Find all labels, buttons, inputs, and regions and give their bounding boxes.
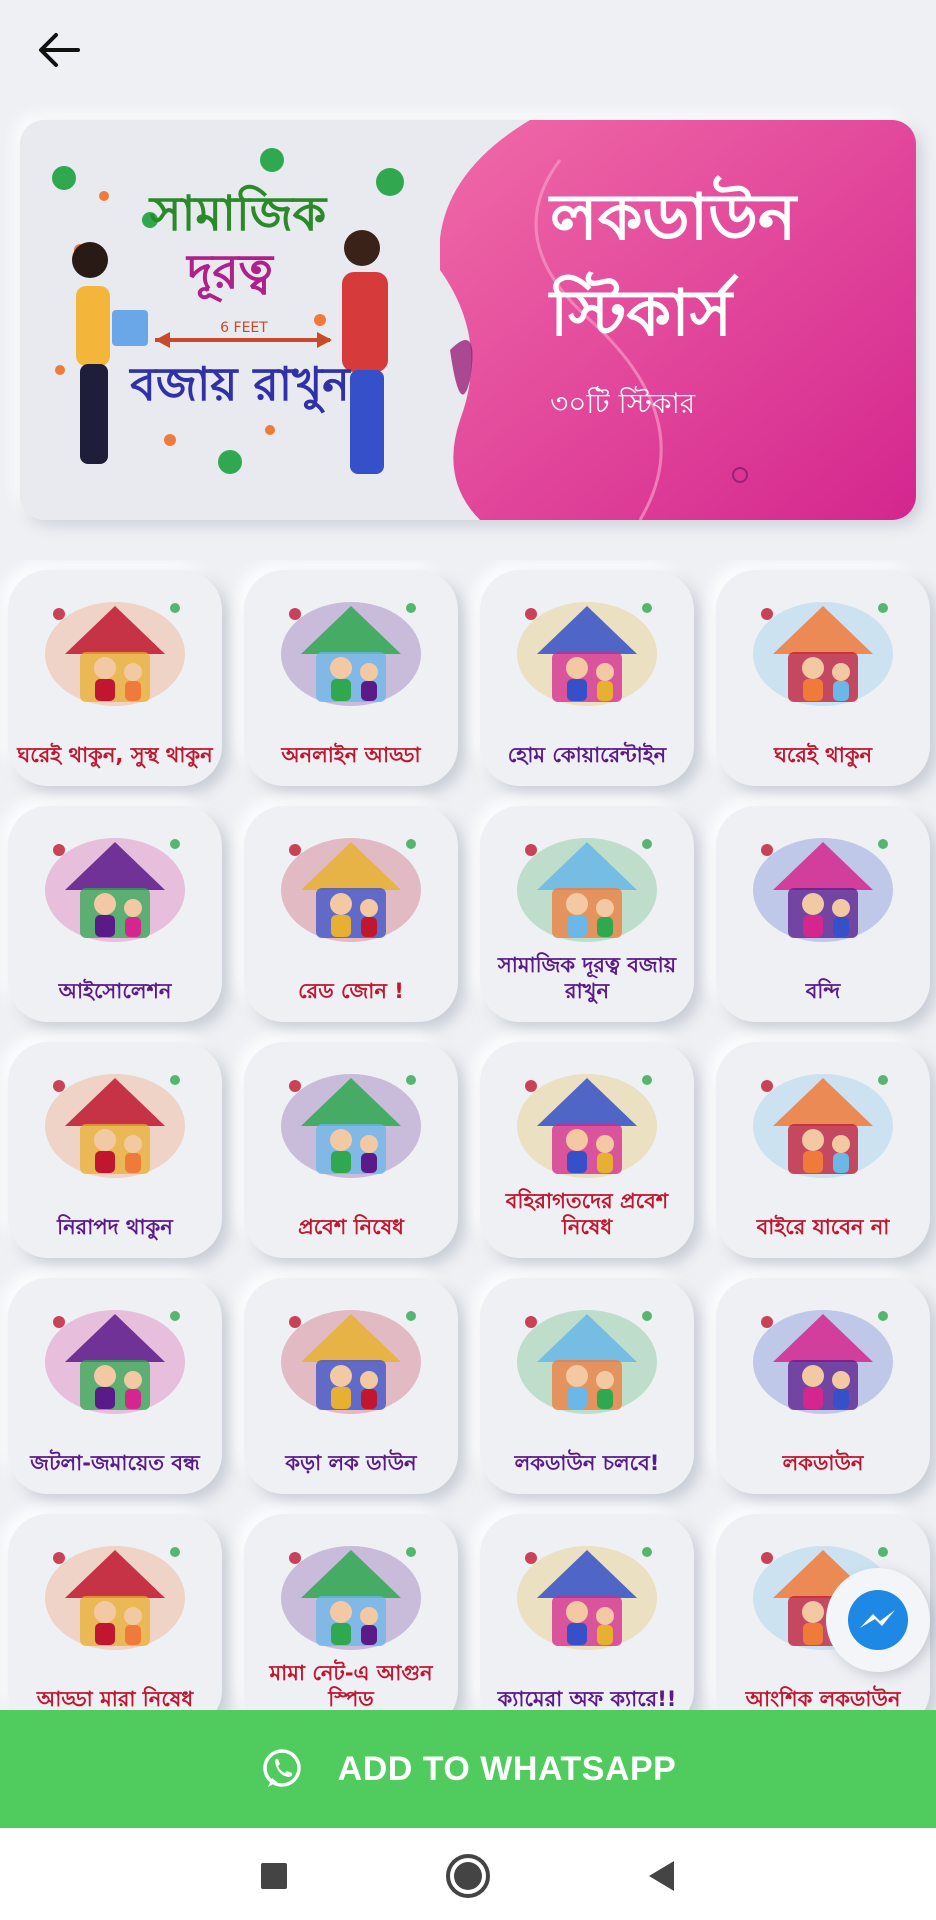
- system-nav-bar: [0, 1828, 936, 1920]
- sticker-tile[interactable]: কড়া লক ডাউন: [244, 1278, 458, 1494]
- orange-house-icon: [753, 838, 893, 942]
- sticker-caption: রেড জোন !: [298, 979, 404, 1003]
- art-text-line2: দূরত্ব: [185, 244, 275, 303]
- camera-off-icon: [517, 1546, 657, 1650]
- sticker-caption: ক্যামেরা অফ ক্যারে!!: [497, 1687, 677, 1710]
- top-bar: [0, 0, 936, 100]
- city-lockdown-icon: [753, 1310, 893, 1414]
- home-button[interactable]: [442, 1850, 494, 1902]
- sticker-tile[interactable]: লকডাউন চলবে!: [480, 1278, 694, 1494]
- sticker-caption: হোম কোয়ারেন্টাইন: [507, 743, 667, 767]
- social-distance-icon: [517, 838, 657, 942]
- sticker-tile[interactable]: মামা নেট-এ আগুন স্পিড: [244, 1514, 458, 1710]
- sticker-tile[interactable]: বন্দি: [716, 806, 930, 1022]
- sticker-pack-banner: 6 FEET সামাজিক দূরত্ব বজায় রাখুন লকডাউন…: [20, 120, 916, 520]
- sticker-tile[interactable]: অনলাইন আড্ডা: [244, 570, 458, 786]
- messenger-icon: [848, 1590, 908, 1650]
- sticker-caption: আইসোলেশন: [58, 979, 172, 1003]
- sticker-caption: আড্ডা মারা নিষেধ: [36, 1687, 194, 1710]
- lockdown-scene-icon: [517, 1074, 657, 1178]
- pack-title-line2: স্টিকার্স: [550, 277, 733, 351]
- back-nav-button[interactable]: [636, 1850, 688, 1902]
- sticker-caption: মামা নেট-এ আগুন স্পিড: [269, 1661, 433, 1710]
- arrow-left-icon: [39, 33, 80, 67]
- sticker-tile[interactable]: নিরাপদ থাকুন: [8, 1042, 222, 1258]
- sticker-tile[interactable]: আড্ডা মারা নিষেধ: [8, 1514, 222, 1710]
- sticker-caption: ঘরেই থাকুন, সুস্থ থাকুন: [17, 743, 213, 767]
- sticker-caption: লকডাউন: [782, 1451, 864, 1475]
- sticker-count: ৩০টি স্টিকার: [550, 387, 696, 420]
- police-closed-icon: [753, 1074, 893, 1178]
- hospital-bed-icon: [45, 838, 185, 942]
- sticker-caption: বাইরে যাবেন না: [756, 1215, 890, 1239]
- green-house-icon: [753, 602, 893, 706]
- sticker-tile[interactable]: বাইরে যাবেন না: [716, 1042, 930, 1258]
- sticker-tile[interactable]: প্রবেশ নিষেধ: [244, 1042, 458, 1258]
- warning-siren-icon: [281, 838, 421, 942]
- sticker-caption: জটলা-জমায়েত বন্ধ: [30, 1451, 200, 1475]
- sticker-tile[interactable]: রেড জোন !: [244, 806, 458, 1022]
- sticker-tile[interactable]: জটলা-জমায়েত বন্ধ: [8, 1278, 222, 1494]
- sticker-caption: নিরাপদ থাকুন: [57, 1215, 173, 1239]
- sticker-caption: সামাজিক দূরত্ব বজায় রাখুন: [497, 953, 677, 1003]
- house-family-icon: [45, 602, 185, 706]
- sticker-grid: ঘরেই থাকুন, সুস্থ থাকুন অনলাইন আড্ডা হোম ক…: [0, 560, 936, 1710]
- social-distance-illustration: 6 FEET সামাজিক দূরত্ব বজায় রাখুন: [52, 148, 404, 474]
- sticker-caption: ঘরেই থাকুন: [773, 743, 873, 767]
- home-quarantine-icon: [517, 602, 657, 706]
- sticker-tile[interactable]: ঘরেই থাকুন, সুস্থ থাকুন: [8, 570, 222, 786]
- strict-lockdown-icon: [281, 1310, 421, 1414]
- pack-title-line1: লকডাউন: [550, 181, 797, 255]
- pack-title: লকডাউন স্টিকার্স: [550, 170, 910, 362]
- messenger-button[interactable]: [826, 1568, 930, 1672]
- sticker-caption: বন্দি: [805, 979, 841, 1003]
- sticker-tile[interactable]: হোম কোয়ারেন্টাইন: [480, 570, 694, 786]
- art-text-line3: বজায় রাখুন: [128, 357, 351, 413]
- circle-icon: [446, 1854, 490, 1898]
- sticker-caption: অনলাইন আড্ডা: [281, 743, 421, 767]
- sticker-caption: আংশিক লকডাউন: [745, 1687, 901, 1710]
- sticker-caption: বহিরাগতদের প্রবেশ নিষেধ: [505, 1189, 669, 1239]
- add-to-whatsapp-label: ADD TO WHATSAPP: [337, 1749, 677, 1788]
- recents-button[interactable]: [248, 1850, 300, 1902]
- sticker-caption: প্রবেশ নিষেধ: [298, 1215, 404, 1239]
- video-call-icon: [281, 602, 421, 706]
- chains-warning-icon: [517, 1310, 657, 1414]
- crowd-banned-icon: [45, 1310, 185, 1414]
- sticker-caption: লকডাউন চলবে!: [514, 1451, 660, 1475]
- back-button[interactable]: [30, 24, 86, 76]
- doctor-globe-icon: [45, 1074, 185, 1178]
- sticker-tile[interactable]: ক্যামেরা অফ ক্যারে!!: [480, 1514, 694, 1710]
- fast-internet-icon: [281, 1546, 421, 1650]
- triangle-back-icon: [649, 1861, 674, 1891]
- distance-label: 6 FEET: [220, 320, 268, 336]
- police-stop-icon: [281, 1074, 421, 1178]
- art-text-line1: সামাজিক: [148, 185, 328, 242]
- sticker-tile[interactable]: আইসোলেশন: [8, 806, 222, 1022]
- sticker-tile[interactable]: ঘরেই থাকুন: [716, 570, 930, 786]
- sticker-tile[interactable]: লকডাউন: [716, 1278, 930, 1494]
- square-icon: [261, 1863, 287, 1889]
- sticker-tile[interactable]: সামাজিক দূরত্ব বজায় রাখুন: [480, 806, 694, 1022]
- add-to-whatsapp-button[interactable]: ADD TO WHATSAPP: [0, 1710, 936, 1828]
- sticker-tile[interactable]: বহিরাগতদের প্রবেশ নিষেধ: [480, 1042, 694, 1258]
- whatsapp-icon: [262, 1749, 301, 1787]
- sticker-caption: কড়া লক ডাউন: [285, 1451, 417, 1475]
- group-chat-icon: [45, 1546, 185, 1650]
